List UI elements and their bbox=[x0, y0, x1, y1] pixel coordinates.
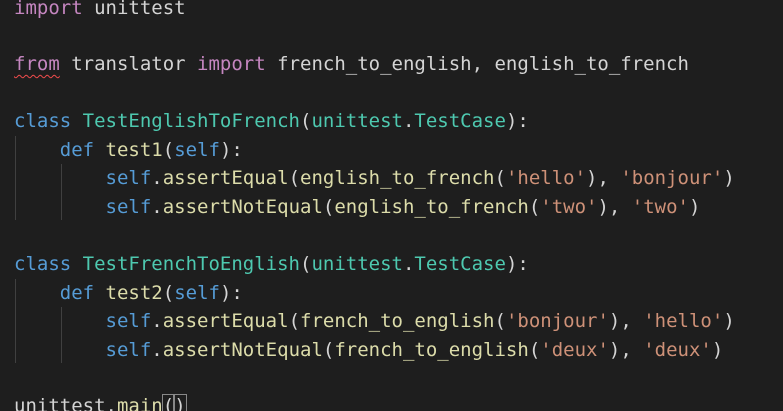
keyword: import bbox=[14, 0, 83, 19]
code-line-6: def test1(self): bbox=[14, 136, 243, 164]
punctuation: ): bbox=[505, 110, 529, 132]
self-ref: self bbox=[105, 196, 152, 218]
method-name: assertNotEqual bbox=[162, 339, 323, 361]
punctuation: ): bbox=[505, 253, 529, 275]
string-literal: 'hello' bbox=[643, 310, 724, 332]
function-call: english_to_french bbox=[300, 167, 495, 189]
code-editor[interactable]: import unittest from translator import f… bbox=[0, 0, 783, 411]
code-line-11: def test2(self): bbox=[14, 279, 243, 307]
string-literal: 'deux' bbox=[643, 339, 712, 361]
method-name: assertNotEqual bbox=[162, 196, 323, 218]
punctuation: ( bbox=[162, 282, 175, 304]
keyword: def bbox=[59, 282, 95, 304]
keyword: class bbox=[14, 110, 72, 132]
punctuation: ), bbox=[608, 339, 644, 361]
code-line-12: self.assertEqual(french_to_english('bonj… bbox=[14, 307, 735, 335]
punctuation: ( bbox=[162, 139, 175, 161]
punctuation: . bbox=[151, 167, 163, 189]
punctuation: ) bbox=[689, 196, 701, 218]
punctuation: . bbox=[151, 339, 163, 361]
function-name: test2 bbox=[105, 282, 163, 304]
self-ref: self bbox=[105, 310, 152, 332]
self-param: self bbox=[174, 282, 220, 304]
punctuation: . bbox=[402, 253, 415, 275]
punctuation: ): bbox=[219, 139, 243, 161]
code-line-3: from translator import french_to_english… bbox=[14, 50, 689, 78]
function-call: french_to_english bbox=[334, 339, 529, 361]
base-class: TestCase bbox=[414, 253, 506, 275]
class-name: TestFrenchToEnglish bbox=[82, 253, 300, 275]
punctuation: ( bbox=[300, 110, 312, 132]
function-call: english_to_french bbox=[334, 196, 529, 218]
module-name: translator bbox=[59, 53, 198, 75]
string-literal: 'bonjour' bbox=[505, 310, 609, 332]
keyword: class bbox=[14, 253, 72, 275]
code-line-13: self.assertNotEqual(french_to_english('d… bbox=[14, 336, 724, 364]
punctuation: ( bbox=[322, 339, 335, 361]
punctuation: ( bbox=[528, 339, 541, 361]
method-name: assertEqual bbox=[162, 167, 289, 189]
code-line-5: class TestEnglishToFrench(unittest.TestC… bbox=[14, 107, 529, 135]
punctuation: ( bbox=[528, 196, 541, 218]
punctuation: ) bbox=[723, 310, 735, 332]
string-literal: 'two' bbox=[540, 196, 598, 218]
punctuation: . bbox=[105, 395, 117, 411]
module-name: unittest bbox=[82, 0, 186, 19]
string-literal: 'hello' bbox=[505, 167, 587, 189]
self-ref: self bbox=[105, 339, 152, 361]
matched-bracket-open: ( bbox=[161, 394, 176, 411]
punctuation: ) bbox=[711, 339, 724, 361]
punctuation: ), bbox=[597, 196, 632, 218]
punctuation: . bbox=[151, 310, 163, 332]
keyword-from-with-error[interactable]: from bbox=[14, 53, 60, 75]
punctuation: ( bbox=[322, 196, 335, 218]
string-literal: 'deux' bbox=[540, 339, 609, 361]
self-param: self bbox=[174, 139, 220, 161]
code-line-1: import unittest bbox=[14, 0, 186, 22]
module-ref: unittest bbox=[14, 395, 106, 411]
function-call: french_to_english bbox=[300, 310, 495, 332]
punctuation: ): bbox=[219, 282, 243, 304]
base-module: unittest bbox=[311, 110, 403, 132]
base-class: TestCase bbox=[414, 110, 506, 132]
class-name: TestEnglishToFrench bbox=[82, 110, 300, 132]
base-module: unittest bbox=[311, 253, 403, 275]
punctuation: ( bbox=[494, 167, 506, 189]
punctuation: ) bbox=[723, 167, 735, 189]
code-line-15: unittest.main() bbox=[14, 392, 187, 411]
string-literal: 'two' bbox=[631, 196, 689, 218]
punctuation: ( bbox=[288, 167, 301, 189]
matched-bracket-close: ) bbox=[173, 394, 187, 411]
self-ref: self bbox=[105, 167, 152, 189]
code-line-7: self.assertEqual(english_to_french('hell… bbox=[14, 164, 735, 192]
punctuation: . bbox=[402, 110, 415, 132]
imported-names: french_to_english, english_to_french bbox=[265, 53, 689, 75]
method-name: assertEqual bbox=[162, 310, 289, 332]
function-call: main bbox=[116, 395, 163, 411]
punctuation: ( bbox=[288, 310, 301, 332]
punctuation: ), bbox=[608, 310, 644, 332]
punctuation: . bbox=[151, 196, 163, 218]
code-line-10: class TestFrenchToEnglish(unittest.TestC… bbox=[14, 250, 529, 278]
function-name: test1 bbox=[105, 139, 163, 161]
keyword: def bbox=[59, 139, 95, 161]
punctuation: ( bbox=[494, 310, 506, 332]
punctuation: ), bbox=[586, 167, 621, 189]
keyword: import bbox=[197, 53, 266, 75]
punctuation: ( bbox=[300, 253, 312, 275]
code-line-8: self.assertNotEqual(english_to_french('t… bbox=[14, 193, 701, 221]
string-literal: 'bonjour' bbox=[620, 167, 724, 189]
